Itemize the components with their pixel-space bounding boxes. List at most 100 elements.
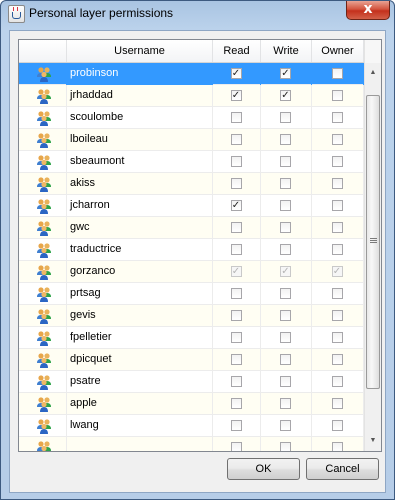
table-row[interactable]: jrhaddad ✓ ✓ <box>19 85 364 107</box>
read-checkbox[interactable] <box>230 288 242 299</box>
write-checkbox[interactable] <box>280 156 291 167</box>
write-checkbox[interactable] <box>280 354 291 365</box>
table-row[interactable] <box>19 437 364 451</box>
owner-checkbox[interactable] <box>331 376 343 387</box>
scroll-up-arrow-icon[interactable]: ▲ <box>365 65 381 81</box>
column-header-write[interactable]: Write <box>261 40 312 62</box>
owner-checkbox[interactable] <box>331 288 343 299</box>
ok-button[interactable]: OK <box>227 458 300 480</box>
username-cell[interactable]: fpelletier <box>67 327 213 349</box>
username-cell[interactable]: gwc <box>67 217 213 239</box>
write-checkbox[interactable] <box>280 288 291 299</box>
owner-checkbox[interactable] <box>331 398 343 409</box>
username-cell[interactable]: gevis <box>67 305 213 327</box>
title-bar[interactable]: Personal layer permissions x <box>1 1 394 27</box>
write-checkbox[interactable] <box>280 200 291 211</box>
owner-checkbox[interactable] <box>331 68 343 79</box>
read-checkbox[interactable] <box>230 244 242 255</box>
table-row[interactable]: sbeaumont <box>19 151 364 173</box>
table-row[interactable]: lwang <box>19 415 364 437</box>
read-checkbox[interactable] <box>230 442 242 451</box>
write-checkbox[interactable]: ✓ <box>280 90 291 101</box>
table-row[interactable]: gwc <box>19 217 364 239</box>
owner-checkbox[interactable] <box>331 310 343 321</box>
table-row[interactable]: apple <box>19 393 364 415</box>
column-header-owner[interactable]: Owner <box>312 40 364 62</box>
read-checkbox[interactable] <box>230 112 242 123</box>
owner-checkbox[interactable] <box>331 156 343 167</box>
table-row[interactable]: dpicquet <box>19 349 364 371</box>
owner-checkbox[interactable] <box>331 420 343 431</box>
write-checkbox[interactable]: ✓ <box>280 68 291 79</box>
read-checkbox[interactable] <box>230 398 242 409</box>
write-checkbox[interactable] <box>280 310 291 321</box>
read-checkbox[interactable] <box>230 134 242 145</box>
table-row[interactable]: psatre <box>19 371 364 393</box>
table-row[interactable]: gorzanco ✓ ✓ ✓ <box>19 261 364 283</box>
owner-checkbox[interactable] <box>331 442 343 451</box>
table-row[interactable]: fpelletier <box>19 327 364 349</box>
owner-checkbox[interactable] <box>331 178 343 189</box>
username-cell[interactable]: akiss <box>67 173 213 195</box>
column-header-icon[interactable] <box>19 40 67 62</box>
owner-checkbox[interactable] <box>331 222 343 233</box>
owner-checkbox[interactable] <box>331 112 343 123</box>
write-checkbox[interactable] <box>280 442 291 451</box>
vertical-scrollbar[interactable]: ▲ ▼ <box>364 40 381 451</box>
username-cell[interactable]: prtsag <box>67 283 213 305</box>
read-checkbox[interactable] <box>230 354 242 365</box>
read-checkbox[interactable] <box>230 332 242 343</box>
write-checkbox[interactable] <box>280 398 291 409</box>
write-checkbox[interactable] <box>280 222 291 233</box>
table-row[interactable]: scoulombe <box>19 107 364 129</box>
read-checkbox[interactable] <box>230 376 242 387</box>
table-row[interactable]: akiss <box>19 173 364 195</box>
write-checkbox[interactable] <box>280 420 291 431</box>
username-cell[interactable]: gorzanco <box>67 261 213 283</box>
owner-checkbox[interactable] <box>331 200 343 211</box>
username-cell[interactable]: traductrice <box>67 239 213 261</box>
username-cell[interactable]: apple <box>67 393 213 415</box>
cancel-button[interactable]: Cancel <box>306 458 379 480</box>
write-checkbox[interactable] <box>280 134 291 145</box>
table-row[interactable]: traductrice <box>19 239 364 261</box>
column-header-read[interactable]: Read <box>213 40 261 62</box>
username-cell[interactable]: jcharron <box>67 195 213 217</box>
username-cell[interactable]: probinson <box>67 63 213 85</box>
owner-checkbox[interactable] <box>331 244 343 255</box>
username-cell[interactable]: lboileau <box>67 129 213 151</box>
write-checkbox[interactable] <box>280 244 291 255</box>
owner-checkbox[interactable] <box>331 90 343 101</box>
table-row[interactable]: probinson ✓ ✓ <box>19 63 364 85</box>
read-checkbox[interactable]: ✓ <box>230 200 242 211</box>
owner-checkbox[interactable] <box>331 354 343 365</box>
write-checkbox[interactable] <box>280 376 291 387</box>
read-checkbox[interactable]: ✓ <box>230 68 242 79</box>
read-checkbox[interactable] <box>230 222 242 233</box>
table-row[interactable]: gevis <box>19 305 364 327</box>
owner-checkbox[interactable] <box>331 332 343 343</box>
username-cell[interactable]: psatre <box>67 371 213 393</box>
write-checkbox[interactable] <box>280 112 291 123</box>
username-cell[interactable]: jrhaddad <box>67 85 213 107</box>
column-header-username[interactable]: Username <box>67 40 213 62</box>
read-checkbox[interactable] <box>230 178 242 189</box>
scroll-down-arrow-icon[interactable]: ▼ <box>365 433 381 449</box>
read-checkbox[interactable] <box>230 156 242 167</box>
username-cell[interactable]: dpicquet <box>67 349 213 371</box>
username-cell[interactable]: sbeaumont <box>67 151 213 173</box>
table-row[interactable]: jcharron ✓ <box>19 195 364 217</box>
write-checkbox[interactable] <box>280 178 291 189</box>
username-cell[interactable]: lwang <box>67 415 213 437</box>
table-row[interactable]: lboileau <box>19 129 364 151</box>
read-checkbox[interactable]: ✓ <box>230 90 242 101</box>
scrollbar-thumb[interactable] <box>366 95 380 389</box>
read-checkbox[interactable] <box>230 420 242 431</box>
write-checkbox[interactable] <box>280 332 291 343</box>
close-button[interactable]: x <box>346 1 390 20</box>
table-row[interactable]: prtsag <box>19 283 364 305</box>
read-checkbox[interactable] <box>230 310 242 321</box>
username-cell[interactable]: scoulombe <box>67 107 213 129</box>
owner-checkbox[interactable] <box>331 134 343 145</box>
username-cell[interactable] <box>67 437 213 451</box>
